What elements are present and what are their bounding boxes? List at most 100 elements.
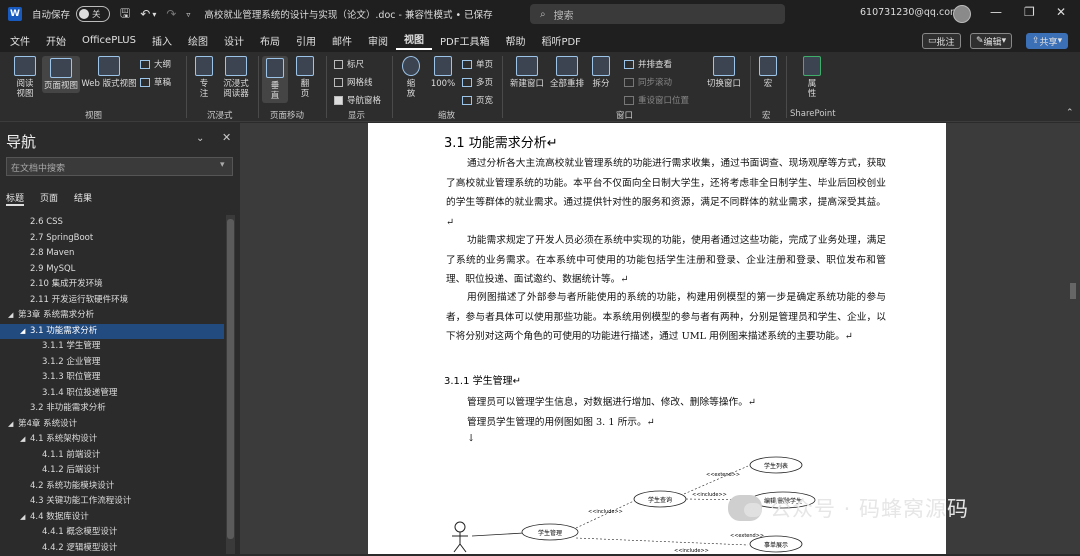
outline-item[interactable]: 3.1.2 企业管理 [0, 355, 224, 371]
gridlines-checkbox[interactable]: 网格线 [334, 76, 373, 88]
menu-pdf-toolbox[interactable]: PDF工具箱 [432, 33, 497, 48]
vertical-button[interactable]: 垂 直 [262, 56, 288, 103]
outline-item[interactable]: 3.1.4 职位投递管理 [0, 386, 224, 402]
customize-toolbar-icon[interactable]: ▿ [186, 10, 190, 19]
outline-item[interactable]: 3.1.3 职位管理 [0, 370, 224, 386]
outline-item[interactable]: 2.7 SpringBoot [0, 231, 224, 247]
close-nav-icon[interactable]: ✕ [222, 131, 231, 144]
ruler-checkbox[interactable]: 标尺 [334, 58, 364, 70]
tab-pages[interactable]: 页面 [40, 191, 58, 206]
comments-button[interactable]: ▭ 批注 [922, 33, 961, 49]
watermark: 公众号 · 码蜂窝源码 [728, 493, 969, 523]
share-button[interactable]: ⇪ 共享 ▾ [1026, 33, 1068, 49]
outline-item[interactable]: 2.11 开发运行软硬件环境 [0, 293, 224, 309]
print-layout-button[interactable]: 页面视图 [42, 56, 80, 93]
nav-scrollbar[interactable] [226, 215, 235, 554]
expand-triangle-icon[interactable]: ◢ [20, 324, 30, 340]
search-box[interactable]: ⌕搜索 [530, 4, 785, 24]
expand-triangle-icon[interactable]: ◢ [20, 510, 30, 526]
menu-layout[interactable]: 布局 [252, 33, 288, 48]
menu-help[interactable]: 帮助 [497, 33, 533, 48]
immersive-reader-button[interactable]: 沉浸式 阅读器 [218, 56, 254, 99]
menu-view[interactable]: 视图 [396, 31, 432, 50]
draft-button[interactable]: 草稿 [140, 76, 171, 88]
menu-design[interactable]: 设计 [216, 33, 252, 48]
expand-triangle-icon[interactable]: ◢ [8, 308, 18, 324]
read-mode-button[interactable]: 阅读 视图 [8, 56, 42, 99]
outline-item[interactable]: 4.2 系统功能模块设计 [0, 479, 224, 495]
arrange-all-button[interactable]: 全部重排 [548, 56, 586, 89]
redo-icon[interactable]: ↷ [166, 7, 176, 21]
menu-file[interactable]: 文件 [0, 33, 38, 48]
expand-triangle-icon[interactable]: ◢ [20, 432, 30, 448]
save-icon[interactable]: 🖫 [120, 4, 130, 25]
immersive-reader-label: 沉浸式 阅读器 [223, 79, 249, 99]
outline-item-label: 4.4.1 概念模型设计 [42, 527, 117, 537]
restore-icon[interactable]: ❐ [1024, 5, 1035, 19]
outline-item[interactable]: 4.1.2 后端设计 [0, 463, 224, 479]
zoom-100-button[interactable]: 100% [428, 56, 458, 89]
menu-insert[interactable]: 插入 [144, 33, 180, 48]
side-by-side-button[interactable]: 翻 页 [292, 56, 318, 99]
doc-scroll-indicator[interactable] [1070, 283, 1076, 299]
outline-label: 大纲 [154, 58, 171, 70]
outline-button[interactable]: 大纲 [140, 58, 171, 70]
avatar[interactable] [953, 5, 971, 23]
reset-window-button[interactable]: 重设窗口位置 [624, 94, 689, 106]
page-width-button[interactable]: 页宽 [462, 94, 493, 106]
menu-daoting-pdf[interactable]: 稻听PDF [533, 33, 588, 48]
outline-item[interactable]: 4.1.1 前端设计 [0, 448, 224, 464]
outline-item[interactable]: ◢第4章 系统设计 [0, 417, 224, 433]
nav-scroll-thumb[interactable] [227, 219, 234, 539]
one-page-button[interactable]: 单页 [462, 58, 493, 70]
menu-home[interactable]: 开始 [38, 33, 74, 48]
outline-item[interactable]: 2.10 集成开发环境 [0, 277, 224, 293]
menu-draw[interactable]: 绘图 [180, 33, 216, 48]
undo-icon[interactable]: ↶ [140, 7, 150, 21]
switch-windows-button[interactable]: 切换窗口 [704, 56, 744, 89]
zoom-button[interactable]: 缩 放 [398, 56, 424, 99]
outline-item[interactable]: ◢4.4 数据库设计 [0, 510, 224, 526]
outline-item-label: 第3章 系统需求分析 [18, 310, 94, 320]
nav-pane-checkbox[interactable]: 导航窗格 [334, 94, 381, 106]
outline-item[interactable]: 2.6 CSS [0, 215, 224, 231]
focus-button[interactable]: 专 注 [192, 56, 216, 99]
chevron-down-icon[interactable]: ⌄ [196, 133, 204, 144]
split-button[interactable]: 拆分 [588, 56, 614, 89]
expand-triangle-icon[interactable]: ◢ [8, 417, 18, 433]
outline-item[interactable]: 2.9 MySQL [0, 262, 224, 278]
document-page[interactable]: 3.1 功能需求分析↵ 通过分析各大主流高校就业管理系统的功能进行需求收集，通过… [368, 123, 946, 554]
minimize-icon[interactable]: — [990, 5, 1002, 19]
sync-scrolling-button[interactable]: 同步滚动 [624, 76, 672, 88]
outline-item[interactable]: 4.4.1 概念模型设计 [0, 525, 224, 541]
nav-search-input[interactable]: 在文档中搜索 [6, 157, 233, 176]
account-email[interactable]: 610731230@qq.com [860, 7, 959, 18]
view-side-by-side-button[interactable]: 并排查看 [624, 58, 672, 70]
menu-references[interactable]: 引用 [288, 33, 324, 48]
menu-review[interactable]: 审阅 [360, 33, 396, 48]
autosave-toggle[interactable]: 关 [76, 6, 110, 22]
menu-mailings[interactable]: 邮件 [324, 33, 360, 48]
split-icon [592, 56, 610, 76]
search-dropdown-icon[interactable]: ▾ [220, 160, 225, 170]
outline-item[interactable]: 3.2 非功能需求分析 [0, 401, 224, 417]
web-layout-button[interactable]: Web 版式视图 [80, 56, 138, 89]
outline-item[interactable]: 3.1.1 学生管理 [0, 339, 224, 355]
outline-item[interactable]: 4.3 关键功能工作流程设计 [0, 494, 224, 510]
multi-page-button[interactable]: 多页 [462, 76, 493, 88]
tab-results[interactable]: 结果 [74, 191, 92, 206]
tab-headings[interactable]: 标题 [6, 191, 24, 206]
outline-item[interactable]: ◢4.1 系统架构设计 [0, 432, 224, 448]
undo-dropdown-icon[interactable]: ▾ [152, 10, 156, 19]
document-area: 3.1 功能需求分析↵ 通过分析各大主流高校就业管理系统的功能进行需求收集，通过… [240, 123, 1080, 554]
new-window-button[interactable]: 新建窗口 [508, 56, 546, 89]
close-icon[interactable]: ✕ [1056, 5, 1066, 19]
collapse-ribbon-icon[interactable]: ⌃ [1066, 108, 1074, 118]
outline-item[interactable]: 2.8 Maven [0, 246, 224, 262]
properties-button[interactable]: 属 性 [800, 56, 824, 99]
editing-button[interactable]: ✎ 编辑 ▾ [970, 33, 1012, 49]
outline-item[interactable]: ◢3.1 功能需求分析 [0, 324, 224, 340]
menu-officeplus[interactable]: OfficePLUS [74, 35, 144, 46]
macros-button[interactable]: 宏 [756, 56, 780, 89]
outline-item[interactable]: ◢第3章 系统需求分析 [0, 308, 224, 324]
